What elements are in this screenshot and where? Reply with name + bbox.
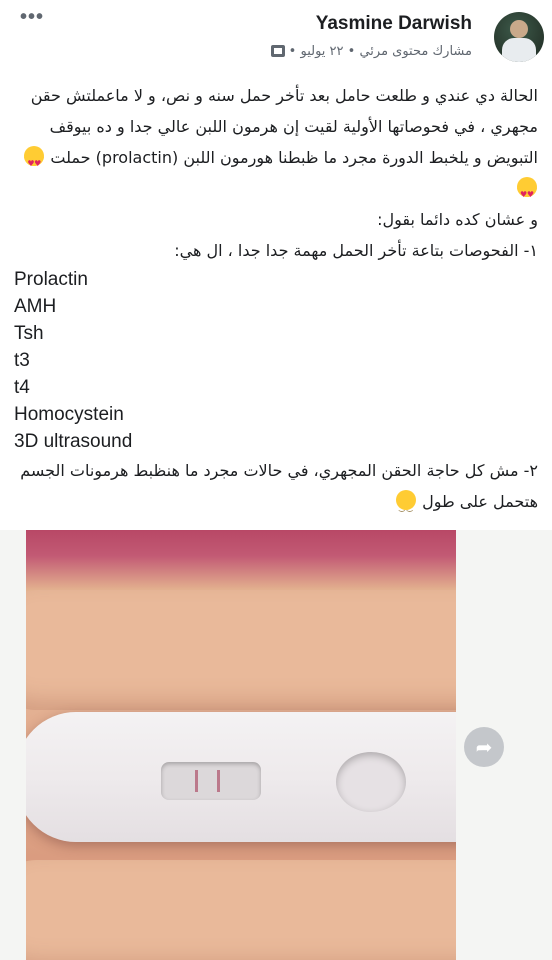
heart-eyes-emoji-icon	[517, 177, 537, 210]
more-options-icon[interactable]: •••	[20, 6, 44, 29]
author-avatar[interactable]	[494, 12, 544, 62]
test-item: t4	[14, 377, 30, 398]
post-paragraph: ٢- مش كل حاجة الحقن المجهري، في حالات مج…	[14, 455, 538, 524]
test-item: Homocystein	[14, 404, 124, 425]
post-meta-text[interactable]: مشارك محتوى مرئي • ٢٢ يوليو •	[289, 44, 472, 59]
sample-well	[336, 752, 406, 812]
post-line: ١- الفحوصات بتاعة تأخر الحمل مهمة جدا جد…	[174, 241, 538, 260]
test-item: 3D ultrasound	[14, 431, 133, 452]
post-paragraph: الحالة دي عندي و طلعت حامل بعد تأخر حمل …	[14, 80, 538, 210]
control-line	[195, 770, 198, 792]
pregnancy-test-photo[interactable]	[26, 530, 456, 960]
post-line: و عشان كده دائما بقول:	[377, 210, 538, 229]
heart-eyes-emoji-icon	[24, 146, 45, 179]
post-header: ••• Yasmine Darwish مشارك محتوى مرئي • ٢…	[0, 0, 552, 70]
test-strip	[26, 712, 456, 842]
relieved-emoji-icon	[395, 490, 416, 524]
result-window	[161, 762, 261, 800]
test-item: Prolactin	[14, 269, 88, 290]
avatar-head	[510, 20, 528, 38]
photo-finger-shape	[26, 860, 456, 960]
photo-finger-shape	[26, 590, 456, 710]
test-item: Tsh	[14, 323, 44, 344]
author-name[interactable]: Yasmine Darwish	[316, 13, 472, 35]
tests-list: Prolactin AMH Tsh t3 t4 Homocystein 3D u…	[14, 266, 538, 455]
test-item: t3	[14, 350, 30, 371]
test-line	[217, 770, 220, 792]
post-meta: مشارك محتوى مرئي • ٢٢ يوليو •	[270, 42, 472, 60]
post-body: الحالة دي عندي و طلعت حامل بعد تأخر حمل …	[14, 80, 538, 524]
avatar-body	[502, 38, 536, 62]
share-arrow-icon[interactable]: ➦	[464, 727, 504, 767]
photo-area: ➦	[0, 530, 552, 960]
test-item: AMH	[14, 296, 57, 317]
group-privacy-icon	[270, 45, 285, 57]
